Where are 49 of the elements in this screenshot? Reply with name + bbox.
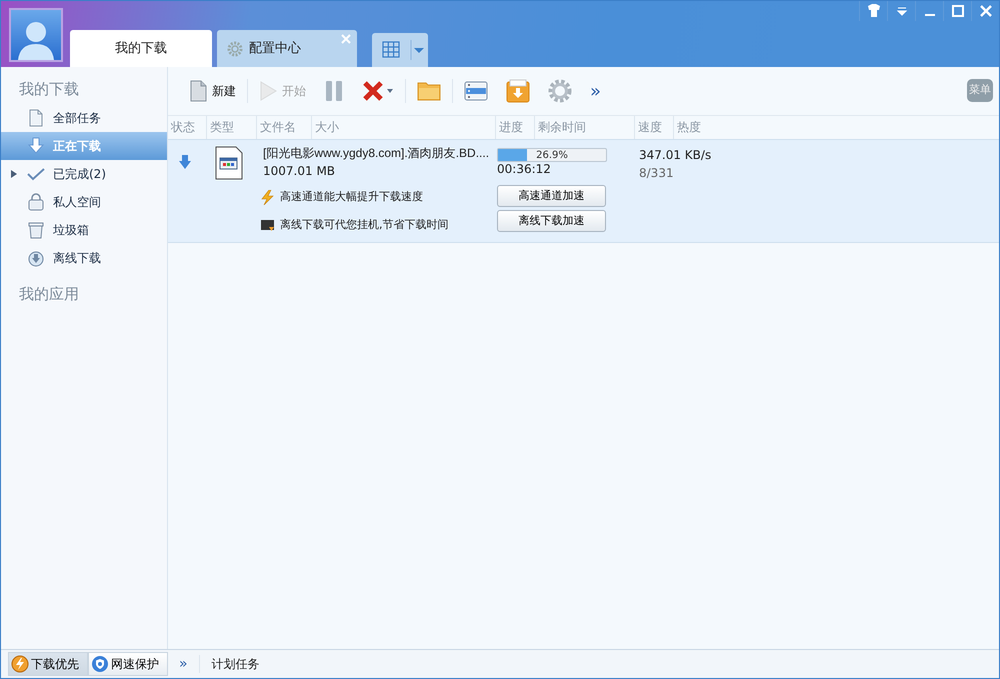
gear-icon [227, 40, 243, 56]
new-button[interactable]: 新建 [182, 75, 243, 107]
file-icon [214, 146, 244, 180]
gear-icon [548, 79, 572, 103]
pause-icon [324, 80, 344, 102]
apps-button[interactable] [372, 33, 428, 67]
monitor-icon [260, 218, 275, 233]
accelerate-button[interactable]: 离线下载加速 [497, 210, 606, 232]
speed: 347.01 KB/s [639, 147, 712, 164]
download-icon [27, 136, 45, 154]
accelerate-button[interactable]: 高速通道加速 [497, 185, 606, 207]
section-title: 我的应用 [18, 284, 80, 304]
section-title: 我的下载 [18, 79, 80, 100]
document-icon [189, 80, 207, 102]
sidebar-item[interactable]: 离线下载 [1, 244, 167, 272]
lock-icon [27, 192, 45, 210]
download-row[interactable]: [阳光电影www.ygdy8.com].酒肉朋友.BD.... 1007.01 MB 26.9% 00:36:12 347.01 KB/s 8/331 高速通道能大幅提升下载速度 离线下载可代您挂机,节省下载时间 高速通道加速 离线下载加速 [168, 140, 999, 243]
sidebar-item[interactable]: 已完成(2) [1, 160, 167, 188]
tab[interactable]: 我的下载 [70, 30, 212, 67]
folder-icon [417, 80, 441, 102]
tip-text: 高速通道能大幅提升下载速度 [280, 189, 423, 206]
document-icon [27, 108, 45, 126]
more-button[interactable]: » [583, 75, 608, 107]
sidebar-item[interactable]: 全部任务 [1, 104, 167, 132]
avatar[interactable] [9, 8, 63, 62]
download-box-icon [506, 79, 530, 103]
remaining-time: 00:36:12 [497, 162, 551, 177]
progress-percent: 26.9% [535, 148, 569, 162]
list-icon [464, 80, 488, 102]
shield-icon [91, 655, 109, 673]
download-icon [178, 154, 192, 170]
sidebar-item[interactable]: 私人空间 [1, 188, 167, 216]
tip-text: 离线下载可代您挂机,节省下载时间 [280, 217, 448, 234]
trash-icon [27, 220, 45, 238]
file-name: [阳光电影www.ygdy8.com].酒肉朋友.BD.... [263, 145, 490, 162]
lightning-icon [11, 655, 29, 673]
sidebar-item[interactable]: 垃圾箱 [1, 216, 167, 244]
play-icon [259, 81, 277, 101]
tab[interactable]: 配置中心 [217, 30, 357, 67]
file-size: 1007.01 MB [263, 163, 336, 180]
more-button[interactable]: » [172, 652, 195, 676]
delete-icon [362, 80, 394, 102]
peer-count: 8/331 [639, 165, 674, 182]
toggle-button[interactable]: 下载优先 [8, 652, 88, 676]
scheduled-tasks-link[interactable]: 计划任务 [212, 655, 260, 673]
expand-icon[interactable] [11, 170, 17, 178]
toggle-button[interactable]: 网速保护 [88, 652, 168, 676]
lightning-icon [260, 190, 275, 205]
cloud-download-icon [27, 248, 45, 266]
